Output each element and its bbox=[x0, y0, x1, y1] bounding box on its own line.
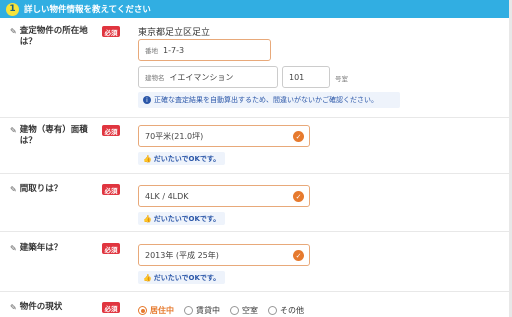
status-option-other[interactable]: その他 bbox=[268, 305, 304, 316]
status-option-occupied[interactable]: 居住中 bbox=[138, 305, 174, 316]
status-option-label: 居住中 bbox=[150, 306, 174, 315]
area-select-value: 70平米(21.0坪) bbox=[145, 131, 204, 141]
required-badge: 必須 bbox=[102, 243, 120, 254]
approx-ok-text: だいたいでOKです。 bbox=[153, 273, 221, 282]
city-text: 東京都足立区足立 bbox=[138, 28, 211, 38]
approx-ok-note: 👍 だいたいでOKです。 bbox=[138, 271, 226, 284]
pencil-icon: ✎ bbox=[10, 126, 17, 135]
layout-row: ✎ 間取りは？ 必須 4LK / 4LDK ✓ 👍 だいたいでOKです。 bbox=[0, 174, 512, 232]
status-radio-group: 居住中 賃貸中 空室 その他 bbox=[138, 305, 314, 316]
banchi-value: 1-7-3 bbox=[163, 45, 185, 55]
layout-question-label: 間取りは？ bbox=[19, 184, 63, 194]
status-option-label: 賃貸中 bbox=[196, 306, 220, 315]
info-icon: i bbox=[143, 96, 151, 104]
section-title: 詳しい物件情報を教えてください bbox=[24, 5, 151, 15]
section-header: 1 詳しい物件情報を教えてください bbox=[0, 0, 512, 18]
status-question: ✎ 物件の現状 bbox=[10, 302, 100, 313]
building-value: イエイマンション bbox=[169, 72, 234, 82]
area-question: ✎ 建物（専有）面積は？ bbox=[10, 125, 100, 147]
pencil-icon: ✎ bbox=[10, 27, 17, 36]
area-select[interactable]: 70平米(21.0坪) ✓ bbox=[138, 125, 310, 147]
status-option-rented[interactable]: 賃貸中 bbox=[184, 305, 220, 316]
thumbs-up-icon: 👍 bbox=[143, 214, 152, 223]
thumbs-up-icon: 👍 bbox=[143, 154, 152, 163]
pencil-icon: ✎ bbox=[10, 244, 17, 253]
banchi-label: 番地 bbox=[145, 47, 158, 55]
area-row: ✎ 建物（専有）面積は？ 必須 70平米(21.0坪) ✓ 👍 だいたいでOKで… bbox=[0, 118, 512, 174]
check-icon: ✓ bbox=[293, 191, 304, 202]
accuracy-note-text: 正確な査定結果を自動算出するため、間違いがないかご確認ください。 bbox=[154, 96, 378, 104]
radio-icon bbox=[230, 306, 239, 315]
built-year-row: ✎ 建築年は？ 必須 2013年 (平成 25年) ✓ 👍 だいたいでOKです。 bbox=[0, 232, 512, 292]
address-question-label: 査定物件の所在地は？ bbox=[19, 26, 88, 47]
building-name-input[interactable]: 建物名 イエイマンション bbox=[138, 66, 278, 88]
room-suffix-label: 号室 bbox=[335, 75, 348, 83]
status-option-label: 空室 bbox=[242, 306, 258, 315]
status-question-label: 物件の現状 bbox=[19, 302, 63, 312]
required-badge: 必須 bbox=[102, 26, 120, 37]
thumbs-up-icon: 👍 bbox=[143, 273, 152, 282]
built-year-select-value: 2013年 (平成 25年) bbox=[145, 250, 219, 260]
built-year-question-label: 建築年は？ bbox=[19, 243, 63, 253]
pencil-icon: ✎ bbox=[10, 303, 17, 312]
layout-select[interactable]: 4LK / 4LDK ✓ bbox=[138, 185, 310, 207]
approx-ok-text: だいたいでOKです。 bbox=[153, 154, 221, 163]
room-number-input[interactable]: 101 bbox=[282, 66, 330, 88]
radio-icon bbox=[184, 306, 193, 315]
room-value: 101 bbox=[289, 72, 305, 82]
layout-select-value: 4LK / 4LDK bbox=[145, 191, 189, 201]
required-badge: 必須 bbox=[102, 302, 120, 313]
built-year-select[interactable]: 2013年 (平成 25年) ✓ bbox=[138, 244, 310, 266]
pencil-icon: ✎ bbox=[10, 185, 17, 194]
approx-ok-text: だいたいでOKです。 bbox=[153, 214, 221, 223]
address-question: ✎ 査定物件の所在地は？ bbox=[10, 26, 100, 48]
radio-icon bbox=[268, 306, 277, 315]
required-badge: 必須 bbox=[102, 125, 120, 136]
status-option-label: その他 bbox=[280, 306, 304, 315]
step-number-badge: 1 bbox=[6, 2, 19, 16]
approx-ok-note: 👍 だいたいでOKです。 bbox=[138, 152, 226, 165]
layout-question: ✎ 間取りは？ bbox=[10, 184, 100, 195]
check-icon: ✓ bbox=[293, 250, 304, 261]
radio-selected-icon bbox=[138, 306, 147, 315]
banchi-input[interactable]: 番地 1-7-3 bbox=[138, 39, 271, 61]
accuracy-note: i 正確な査定結果を自動算出するため、間違いがないかご確認ください。 bbox=[138, 92, 400, 108]
building-label: 建物名 bbox=[145, 74, 165, 82]
status-option-vacant[interactable]: 空室 bbox=[230, 305, 258, 316]
approx-ok-note: 👍 だいたいでOKです。 bbox=[138, 212, 226, 225]
required-badge: 必須 bbox=[102, 184, 120, 195]
area-question-label: 建物（専有）面積は？ bbox=[19, 125, 88, 146]
built-year-question: ✎ 建築年は？ bbox=[10, 243, 100, 254]
check-icon: ✓ bbox=[293, 131, 304, 142]
